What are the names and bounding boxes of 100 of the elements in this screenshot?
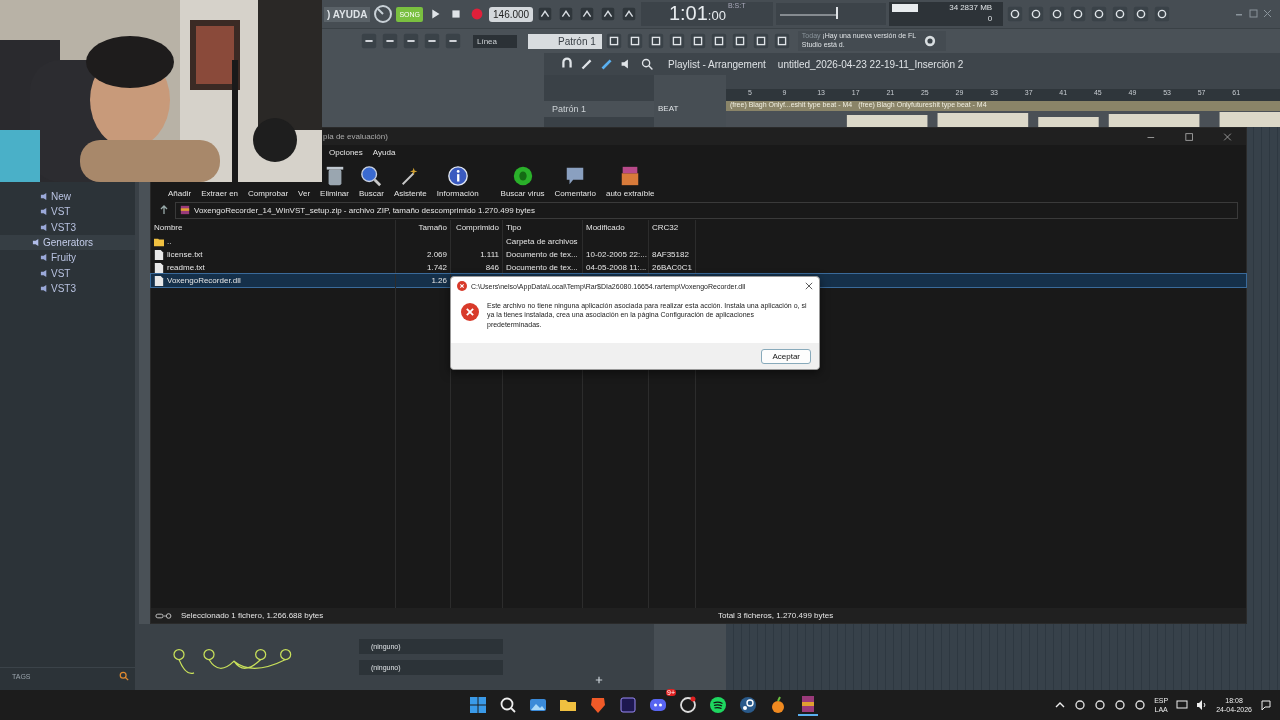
browser-item[interactable]: VST [0, 265, 135, 281]
volume-meter-icon [776, 3, 887, 25]
search-icon[interactable] [498, 695, 518, 715]
toolbar-button[interactable]: Ver [295, 189, 314, 200]
column-header[interactable]: CRC32 [649, 220, 696, 235]
search-icon [360, 165, 383, 187]
pattern-item[interactable]: Patrón 1 [544, 101, 654, 117]
crc-cell: 26BAC0C1 [652, 263, 693, 272]
toolbar-button[interactable]: Añadir [165, 189, 195, 200]
speaker-icon[interactable] [1196, 699, 1209, 711]
notification-icon[interactable] [1260, 699, 1272, 711]
song-time: 1:01 [668, 2, 708, 25]
browser-folder[interactable]: Generators [0, 234, 135, 251]
bug-icon [511, 165, 534, 187]
tool-icon[interactable] [646, 32, 665, 50]
tool-icon[interactable] [360, 32, 378, 50]
toolbar-button[interactable]: Asistente [390, 165, 430, 200]
browser-icon[interactable] [678, 695, 698, 715]
column-header[interactable]: Nombre [151, 220, 396, 235]
size-cell: 1.26 [431, 276, 447, 285]
folder-icon [154, 236, 164, 247]
size-cell: 2.069 [426, 250, 447, 259]
tool-icon[interactable] [444, 32, 462, 50]
pattern-selector[interactable]: Patrón 1 [528, 33, 602, 49]
modified-cell: 04-05-2008 11:... [586, 263, 647, 272]
tool-icon[interactable] [625, 32, 644, 50]
music-app-icon[interactable] [708, 695, 728, 715]
start-icon[interactable] [468, 695, 488, 715]
tool-icon[interactable] [688, 32, 707, 50]
snap-dropdown[interactable]: Línea [473, 34, 518, 48]
up-arrow-icon[interactable] [159, 205, 169, 215]
monitor-icon[interactable] [1176, 699, 1189, 711]
archive-icon[interactable] [798, 694, 818, 716]
polyphony-reading: 0 [986, 14, 993, 23]
tool-icon[interactable] [604, 32, 623, 50]
status-text: Seleccionado 1 fichero, 1.266.688 bytes [181, 611, 324, 620]
cpu-meter-bar [892, 3, 919, 12]
toolbar-button[interactable]: auto extraíble [602, 165, 658, 200]
column-header[interactable]: Modificado [583, 220, 649, 235]
tool-icon[interactable] [667, 32, 686, 50]
knob-icon[interactable] [373, 4, 394, 24]
type-cell: Carpeta de archivos [506, 237, 578, 246]
modified-cell: 10-02-2005 22:... [586, 250, 647, 259]
window-title: pia de evaluación) [323, 132, 388, 141]
tool-icon[interactable] [709, 32, 728, 50]
file-row[interactable]: .. Carpeta de archivos [151, 235, 1246, 248]
track-header[interactable]: BEAT [654, 104, 679, 113]
packed-size-cell: 1.111 [480, 250, 499, 259]
memory-reading: 2837 MB [959, 3, 993, 12]
close-icon[interactable] [805, 282, 813, 290]
window-controls-icon[interactable] [1234, 8, 1274, 20]
file-name: .. [167, 237, 172, 246]
info-icon [446, 165, 469, 187]
file-name: VoxengoRecorder.dll [167, 276, 241, 285]
video-editor-icon[interactable] [618, 695, 638, 715]
song-ticks: :00 [707, 8, 726, 23]
project-name: untitled_2026-04-23 22-19-11_Inserción 2 [777, 58, 964, 70]
menu-item[interactable]: Opciones [329, 148, 363, 157]
browser-item[interactable]: VST3 [0, 219, 135, 235]
menu-item[interactable]: ) AYUDA [324, 6, 371, 22]
file-name: readme.txt [167, 263, 205, 272]
toolbar-button[interactable]: Comprobar [245, 189, 292, 200]
tool-icon[interactable] [751, 32, 770, 50]
playlist-title: Playlist - Arrangement [668, 58, 766, 70]
file-icon [154, 249, 164, 260]
size-cell: 1.742 [426, 263, 447, 272]
accept-button[interactable]: Aceptar [761, 348, 811, 364]
file-row[interactable]: license.txt 2.069 1.111 Documento de tex... 10-02-2005 22:... 8AF35182 [151, 248, 1246, 261]
toolbar-button[interactable]: Eliminar [317, 165, 352, 200]
tool-icon[interactable] [772, 32, 791, 50]
toolbar-button[interactable]: Información [433, 165, 482, 200]
packed-size-cell: 846 [485, 263, 499, 272]
file-name: license.txt [167, 250, 203, 259]
archive-icon [180, 205, 190, 215]
column-header[interactable]: Comprimido [451, 220, 503, 235]
browser-item[interactable]: New [0, 189, 135, 205]
status-text: Total 3 ficheros, 1.270.499 bytes [718, 611, 835, 620]
toolbar-button[interactable]: Extraer en [198, 189, 242, 200]
type-cell: Documento de tex... [506, 263, 578, 272]
column-header[interactable]: Tipo [503, 220, 583, 235]
toolbar-button[interactable]: Buscar [355, 165, 387, 200]
toolbar-button[interactable]: Buscar virus [497, 165, 548, 200]
error-icon [457, 281, 467, 291]
add-icon[interactable] [595, 676, 603, 684]
column-header[interactable]: Tamaño [396, 220, 451, 235]
browser-item[interactable]: Fruity [0, 250, 135, 266]
error-icon [461, 303, 479, 321]
tool-icon[interactable] [423, 32, 441, 50]
path-field[interactable]: VoxengoRecorder_14_WinVST_setup.zip - archivo ZIP, tamaño descomprimido 1.270.499 bytes [175, 201, 1238, 219]
menu-item[interactable]: Ayuda [372, 148, 396, 157]
tool-icon[interactable] [402, 32, 420, 50]
browser-item[interactable]: VST [0, 204, 135, 220]
tool-icon[interactable] [730, 32, 749, 50]
browser-item[interactable]: VST3 [0, 280, 135, 297]
toolbar-button[interactable]: Comentario [551, 165, 599, 200]
file-icon [154, 262, 164, 273]
tempo-field[interactable]: 146.000 [489, 6, 534, 22]
tool-icon[interactable] [381, 32, 399, 50]
cpu-reading: 34 [948, 3, 959, 12]
file-icon [154, 275, 164, 286]
